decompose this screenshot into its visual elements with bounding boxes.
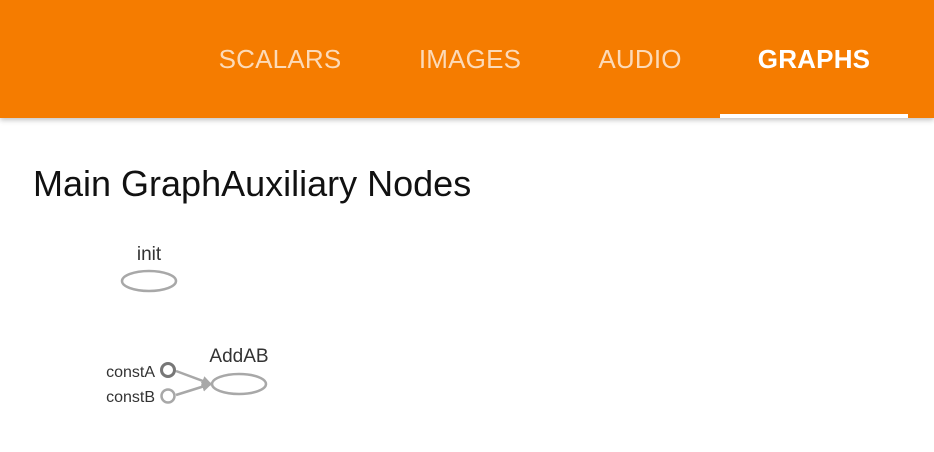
node-shape-constb	[160, 388, 176, 404]
edge-consta-addab	[175, 369, 212, 386]
tab-graphs-label: GRAPHS	[757, 43, 871, 74]
top-navigation-bar: SCALARS IMAGES AUDIO GRAPHS	[0, 0, 934, 118]
tab-graphs[interactable]: GRAPHS	[720, 0, 908, 118]
node-shape-addab	[210, 372, 268, 396]
tab-images[interactable]: IMAGES	[390, 0, 550, 118]
graph-node-constb[interactable]: constB	[106, 388, 176, 406]
node-shape-consta	[160, 362, 176, 378]
node-label-init: init	[137, 244, 162, 265]
page-title: Main GraphAuxiliary Nodes	[33, 163, 472, 204]
node-label-addab: AddAB	[209, 346, 268, 367]
node-label-consta: constA	[106, 364, 155, 381]
node-shape-init	[120, 269, 178, 293]
node-label-constb: constB	[106, 389, 155, 406]
graph-node-init[interactable]: init	[120, 244, 178, 293]
tensorboard-app: SCALARS IMAGES AUDIO GRAPHS Main GraphAu…	[0, 0, 934, 452]
edge-constb-addab	[175, 381, 212, 397]
graph-canvas[interactable]: init AddAB constA constB	[0, 220, 934, 452]
tab-bar: SCALARS IMAGES AUDIO GRAPHS	[0, 0, 934, 118]
active-tab-indicator	[720, 114, 908, 118]
tab-audio[interactable]: AUDIO	[565, 0, 715, 118]
graph-node-consta[interactable]: constA	[106, 362, 176, 382]
graph-node-addab[interactable]: AddAB	[209, 346, 269, 396]
tab-scalars[interactable]: SCALARS	[200, 0, 360, 118]
